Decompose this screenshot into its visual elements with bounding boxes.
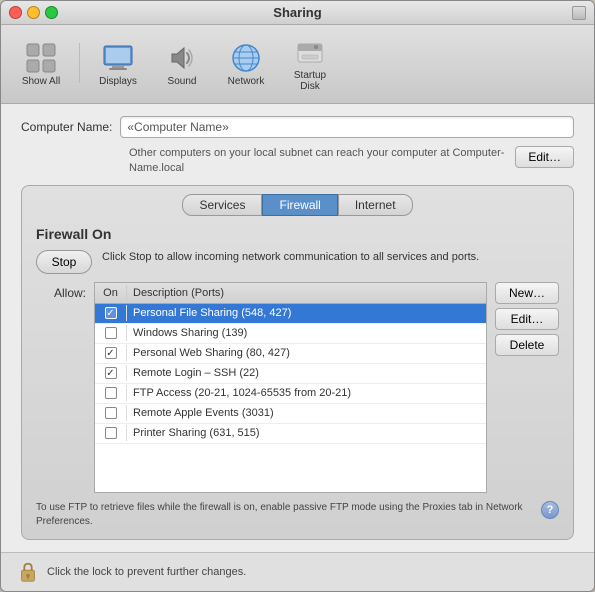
toolbar-divider-1 [79, 43, 80, 83]
tab-bar: Services Firewall Internet [22, 186, 573, 216]
window: Sharing Show All [0, 0, 595, 592]
row-desc-3: Remote Login – SSH (22) [127, 365, 486, 381]
toolbar-displays[interactable]: Displays [88, 37, 148, 90]
allow-label: Allow: [36, 282, 86, 493]
maximize-button[interactable] [45, 6, 58, 19]
computer-name-input[interactable] [120, 116, 574, 138]
checkbox-6[interactable] [105, 427, 117, 439]
table-row[interactable]: Printer Sharing (631, 515) [95, 424, 486, 444]
table-row[interactable]: ✓ Remote Login – SSH (22) [95, 364, 486, 384]
startup-disk-icon [292, 34, 328, 70]
main-content: Computer Name: Other computers on your l… [1, 104, 594, 552]
table-header: On Description (Ports) [95, 283, 486, 304]
network-icon [228, 40, 264, 76]
checkbox-1[interactable] [105, 327, 117, 339]
lock-text: Click the lock to prevent further change… [47, 566, 246, 578]
toolbar-startup-disk-label: Startup Disk [284, 70, 336, 92]
window-title: Sharing [273, 5, 321, 20]
toolbar-displays-label: Displays [99, 76, 137, 87]
row-check-2[interactable]: ✓ [95, 345, 127, 361]
firewall-table: On Description (Ports) ✓ Personal File S… [94, 282, 487, 493]
row-check-0[interactable]: ✓ [95, 305, 127, 321]
checkbox-2[interactable]: ✓ [105, 347, 117, 359]
help-button[interactable]: ? [541, 501, 559, 519]
close-button[interactable] [9, 6, 22, 19]
column-description: Description (Ports) [127, 285, 486, 301]
toolbar-sound[interactable]: Sound [152, 37, 212, 90]
resize-button[interactable] [572, 6, 586, 20]
checkbox-5[interactable] [105, 407, 117, 419]
table-row[interactable]: Remote Apple Events (3031) [95, 404, 486, 424]
row-check-5[interactable] [95, 405, 127, 421]
stop-button[interactable]: Stop [36, 250, 92, 274]
toolbar-startup-disk[interactable]: Startup Disk [280, 31, 340, 95]
table-row[interactable]: FTP Access (20-21, 1024-65535 from 20-21… [95, 384, 486, 404]
address-text: Other computers on your local subnet can… [129, 146, 507, 177]
bottom-bar: Click the lock to prevent further change… [1, 552, 594, 591]
allow-section: Allow: On Description (Ports) ✓ [36, 282, 559, 493]
column-on: On [95, 285, 127, 301]
toolbar-network-label: Network [228, 76, 265, 87]
row-desc-0: Personal File Sharing (548, 427) [127, 305, 486, 321]
row-check-4[interactable] [95, 385, 127, 401]
lock-icon[interactable] [17, 561, 39, 583]
row-desc-2: Personal Web Sharing (80, 427) [127, 345, 486, 361]
row-desc-5: Remote Apple Events (3031) [127, 405, 486, 421]
firewall-content: Firewall On Stop Click Stop to allow inc… [22, 216, 573, 539]
toolbar: Show All Displays [1, 25, 594, 104]
row-check-3[interactable]: ✓ [95, 365, 127, 381]
table-action-buttons: New… Edit… Delete [495, 282, 559, 493]
row-desc-1: Windows Sharing (139) [127, 325, 486, 341]
titlebar: Sharing [1, 1, 594, 25]
row-desc-6: Printer Sharing (631, 515) [127, 425, 486, 441]
row-check-1[interactable] [95, 325, 127, 341]
edit-firewall-button[interactable]: Edit… [495, 308, 559, 330]
stop-row: Stop Click Stop to allow incoming networ… [36, 250, 559, 274]
checkbox-0[interactable]: ✓ [105, 307, 117, 319]
new-button[interactable]: New… [495, 282, 559, 304]
toolbar-sound-label: Sound [168, 76, 197, 87]
computer-name-label: Computer Name: [21, 120, 112, 134]
minimize-button[interactable] [27, 6, 40, 19]
row-check-6[interactable] [95, 425, 127, 441]
checkbox-4[interactable] [105, 387, 117, 399]
sharing-panel: Services Firewall Internet Firewall On S… [21, 185, 574, 540]
toolbar-show-all[interactable]: Show All [11, 37, 71, 90]
table-row[interactable]: Windows Sharing (139) [95, 324, 486, 344]
firewall-on-title: Firewall On [36, 226, 559, 242]
edit-button[interactable]: Edit… [515, 146, 574, 168]
table-row[interactable]: ✓ Personal File Sharing (548, 427) [95, 304, 486, 324]
table-row[interactable]: ✓ Personal Web Sharing (80, 427) [95, 344, 486, 364]
displays-icon [100, 40, 136, 76]
delete-button[interactable]: Delete [495, 334, 559, 356]
stop-description: Click Stop to allow incoming network com… [102, 250, 479, 265]
address-row: Other computers on your local subnet can… [129, 146, 574, 177]
table-body[interactable]: ✓ Personal File Sharing (548, 427) Windo… [95, 304, 486, 492]
toolbar-show-all-label: Show All [22, 76, 60, 87]
sound-icon [164, 40, 200, 76]
toolbar-network[interactable]: Network [216, 37, 276, 90]
tab-internet[interactable]: Internet [338, 194, 413, 216]
window-controls [9, 6, 58, 19]
tab-services[interactable]: Services [182, 194, 262, 216]
show-all-icon [23, 40, 59, 76]
row-desc-4: FTP Access (20-21, 1024-65535 from 20-21… [127, 385, 486, 401]
computer-name-row: Computer Name: [21, 116, 574, 138]
checkbox-3[interactable]: ✓ [105, 367, 117, 379]
footer-note: To use FTP to retrieve files while the f… [36, 501, 559, 529]
footer-note-text: To use FTP to retrieve files while the f… [36, 501, 537, 529]
tab-firewall[interactable]: Firewall [262, 194, 337, 216]
